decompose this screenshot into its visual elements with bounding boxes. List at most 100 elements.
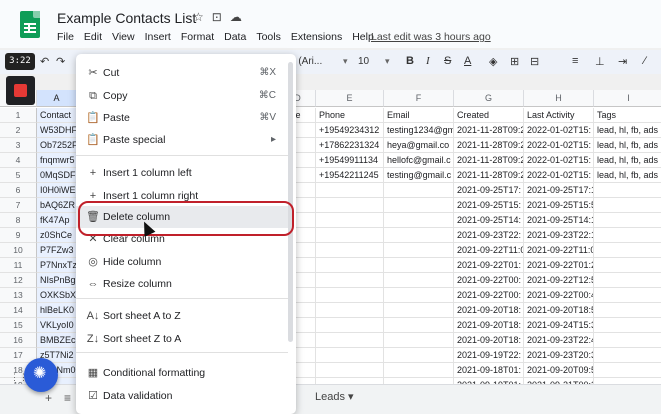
cell-e6[interactable]	[316, 183, 384, 198]
cell-i14[interactable]	[594, 303, 661, 318]
menu-item-conditional[interactable]: ▦ Conditional formatting	[76, 362, 288, 384]
cell-i15[interactable]	[594, 318, 661, 333]
all-sheets-icon[interactable]: ≡	[64, 391, 71, 405]
cell-i17[interactable]	[594, 348, 661, 363]
menu-edit[interactable]: Edit	[84, 31, 102, 43]
cell-a3[interactable]: Ob7252F	[37, 138, 77, 153]
cell-g2[interactable]: 2021-11-28T09:2	[454, 123, 524, 138]
cell-f15[interactable]	[384, 318, 454, 333]
cell-g11[interactable]: 2021-09-22T01:	[454, 258, 524, 273]
row-header[interactable]: 1	[0, 108, 37, 123]
cell-e3[interactable]: +17862231324	[316, 138, 384, 153]
cell-e18[interactable]	[316, 363, 384, 378]
cell-h2[interactable]: 2022-01-02T15:	[524, 123, 594, 138]
cloud-status-icon[interactable]: ☁	[230, 10, 242, 24]
cell-h17[interactable]: 2021-09-23T20:30:56-04:00	[524, 348, 594, 363]
menu-item-hide-column[interactable]: ◎ Hide column	[76, 251, 288, 273]
cell-f10[interactable]	[384, 243, 454, 258]
cell-h9[interactable]: 2021-09-23T22:11:06-04:00	[524, 228, 594, 243]
cell-g15[interactable]: 2021-09-20T18:	[454, 318, 524, 333]
menu-item-copy[interactable]: ⧉ Copy ⌘C	[76, 85, 288, 107]
row-header[interactable]: 13	[0, 288, 37, 303]
cell-e10[interactable]	[316, 243, 384, 258]
text-rotation-icon[interactable]: ∕	[644, 55, 646, 67]
row-header[interactable]: 14	[0, 303, 37, 318]
cell-i3[interactable]: lead, hl, fb, ads	[594, 138, 661, 153]
cell-e12[interactable]	[316, 273, 384, 288]
strikethrough-button[interactable]: S	[444, 55, 451, 67]
menu-item-sort-za[interactable]: Z↓ Sort sheet Z to A	[76, 328, 288, 350]
menu-view[interactable]: View	[112, 31, 135, 43]
cell-i7[interactable]	[594, 198, 661, 213]
cell-f2[interactable]: testing1234@gm	[384, 123, 454, 138]
cell-e4[interactable]: +19549911134	[316, 153, 384, 168]
row-header[interactable]: 4	[0, 153, 37, 168]
cell-h8[interactable]: 2021-09-25T14:19:23-04:00	[524, 213, 594, 228]
cell-g9[interactable]: 2021-09-23T22:	[454, 228, 524, 243]
bold-button[interactable]: B	[406, 55, 414, 67]
cell-f16[interactable]	[384, 333, 454, 348]
vertical-align-icon[interactable]: ⊥	[595, 55, 605, 68]
cell-a6[interactable]: I0H0iWE	[37, 183, 77, 198]
cell-h12[interactable]: 2021-09-22T12:56:36-04:00	[524, 273, 594, 288]
font-size-select[interactable]: 10	[358, 56, 369, 67]
cell-e5[interactable]: +19542211245	[316, 168, 384, 183]
cell-h1[interactable]: Last Activity	[524, 108, 594, 123]
cell-h16[interactable]: 2021-09-23T22:44:58-04:00	[524, 333, 594, 348]
cell-f1[interactable]: Email	[384, 108, 454, 123]
cell-i9[interactable]	[594, 228, 661, 243]
cell-h4[interactable]: 2022-01-02T15:	[524, 153, 594, 168]
cell-i2[interactable]: lead, hl, fb, ads	[594, 123, 661, 138]
cell-a1[interactable]: Contact	[37, 108, 77, 123]
sheets-logo-icon[interactable]	[20, 11, 40, 38]
cell-a14[interactable]: hlBeLK0	[37, 303, 77, 318]
undo-icon[interactable]: ↶	[40, 55, 49, 68]
row-header[interactable]: 11	[0, 258, 37, 273]
cell-e8[interactable]	[316, 213, 384, 228]
cell-e17[interactable]	[316, 348, 384, 363]
column-header-e[interactable]: E	[316, 90, 384, 107]
cell-g13[interactable]: 2021-09-22T00:	[454, 288, 524, 303]
cell-a15[interactable]: VKLyoI0	[37, 318, 77, 333]
menu-item-insert-left[interactable]: + Insert 1 column left	[76, 162, 288, 184]
row-header[interactable]: 9	[0, 228, 37, 243]
cell-g17[interactable]: 2021-09-19T22:	[454, 348, 524, 363]
chevron-down-icon[interactable]: ▾	[385, 56, 390, 67]
row-header[interactable]: 3	[0, 138, 37, 153]
cell-f8[interactable]	[384, 213, 454, 228]
assistant-button[interactable]: ✺	[24, 358, 58, 392]
menu-data[interactable]: Data	[224, 31, 246, 43]
cell-g4[interactable]: 2021-11-28T09:2	[454, 153, 524, 168]
horizontal-align-icon[interactable]: ≡	[572, 55, 578, 67]
row-header[interactable]: 12	[0, 273, 37, 288]
cell-h13[interactable]: 2021-09-22T00:43:31-04:00	[524, 288, 594, 303]
menu-item-cut[interactable]: ✂ Cut ⌘X	[76, 62, 288, 84]
cell-e1[interactable]: Phone	[316, 108, 384, 123]
cell-g6[interactable]: 2021-09-25T17:	[454, 183, 524, 198]
cell-h15[interactable]: 2021-09-24T15:33:06-04:00	[524, 318, 594, 333]
column-header-g[interactable]: G	[454, 90, 524, 107]
cell-i6[interactable]	[594, 183, 661, 198]
cell-i10[interactable]	[594, 243, 661, 258]
cell-h5[interactable]: 2022-01-02T15:	[524, 168, 594, 183]
cell-a2[interactable]: W53DHF	[37, 123, 77, 138]
cell-a10[interactable]: P7FZw3	[37, 243, 77, 258]
cell-e14[interactable]	[316, 303, 384, 318]
cell-e9[interactable]	[316, 228, 384, 243]
cell-i13[interactable]	[594, 288, 661, 303]
column-header-h[interactable]: H	[524, 90, 594, 107]
cell-f17[interactable]	[384, 348, 454, 363]
cell-i8[interactable]	[594, 213, 661, 228]
cell-f9[interactable]	[384, 228, 454, 243]
menu-format[interactable]: Format	[181, 31, 214, 43]
cell-i5[interactable]: lead, hl, fb, ads	[594, 168, 661, 183]
column-header-a[interactable]: A	[37, 90, 77, 107]
cell-g7[interactable]: 2021-09-25T15:	[454, 198, 524, 213]
cell-e11[interactable]	[316, 258, 384, 273]
row-header[interactable]: 5	[0, 168, 37, 183]
menu-extensions[interactable]: Extensions	[291, 31, 342, 43]
menu-item-paste-special[interactable]: 📋 Paste special ▸	[76, 129, 288, 151]
cell-e13[interactable]	[316, 288, 384, 303]
text-wrap-icon[interactable]: ⇥	[618, 55, 627, 68]
cell-e16[interactable]	[316, 333, 384, 348]
